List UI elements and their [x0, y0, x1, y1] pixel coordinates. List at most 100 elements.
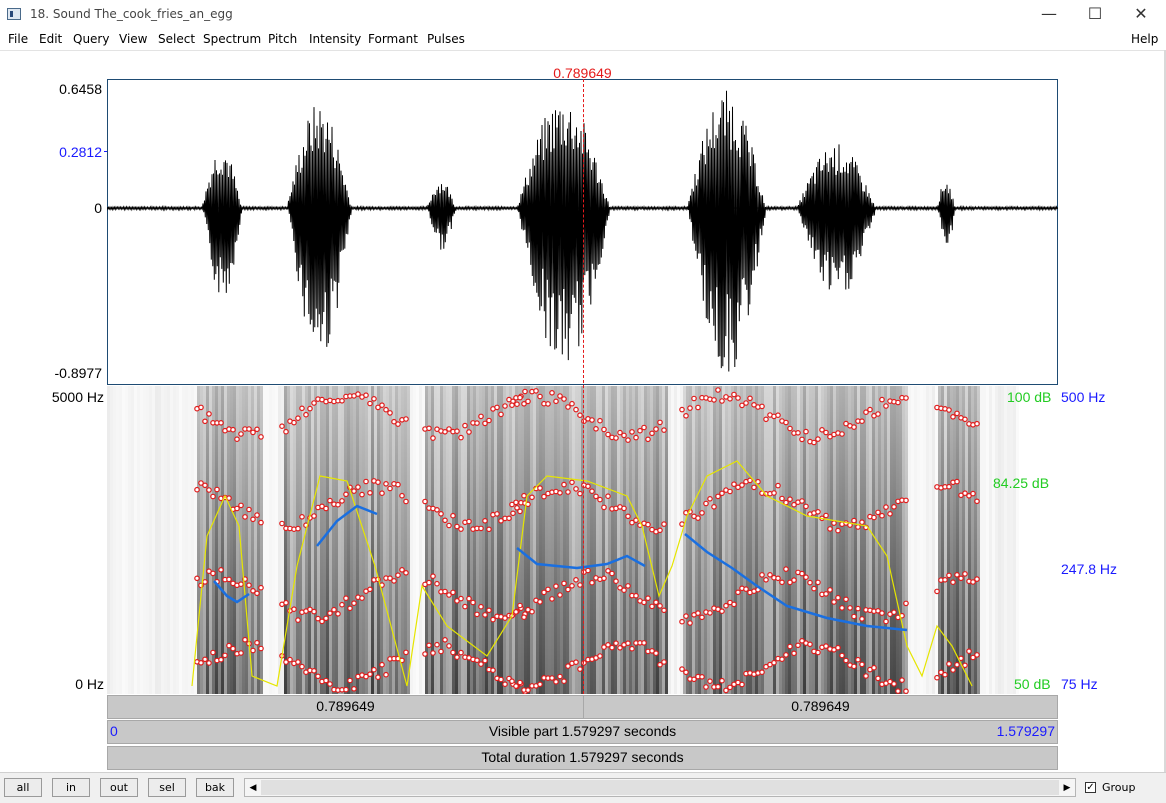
spectrogram-column — [380, 386, 383, 694]
formant-dot — [589, 488, 595, 495]
spectrogram-column — [416, 386, 419, 694]
formant-dot — [295, 659, 301, 665]
spectrogram-column — [536, 386, 539, 694]
formant-dot — [891, 504, 897, 510]
left-segment[interactable]: 0.789649 — [108, 696, 584, 718]
formant-dot — [466, 518, 472, 525]
formant-dot — [597, 417, 603, 424]
spectrogram-column — [707, 386, 710, 694]
menu-query[interactable]: Query — [73, 32, 109, 46]
formant-dot — [962, 662, 968, 669]
spectrogram-column — [116, 386, 119, 694]
formant-dot — [883, 618, 889, 625]
zoom-out-button[interactable]: out — [100, 778, 138, 797]
spectrogram-column — [593, 386, 596, 694]
formant-dot — [855, 605, 861, 612]
formant-dot — [727, 396, 733, 402]
formant-dot — [307, 405, 313, 412]
menu-formant[interactable]: Formant — [368, 32, 418, 46]
scroll-left-icon[interactable]: ◀ — [245, 779, 261, 796]
spectrogram-column — [293, 386, 296, 694]
scroll-right-icon[interactable]: ▶ — [1059, 779, 1075, 796]
maximize-button[interactable]: ☐ — [1072, 0, 1118, 30]
formant-dot — [557, 673, 563, 680]
menu-spectrum[interactable]: Spectrum — [203, 32, 261, 46]
formant-dot — [883, 504, 889, 510]
total-duration-bar[interactable]: Total duration 1.579297 seconds — [107, 746, 1058, 770]
total-duration-text: Total duration 1.579297 seconds — [481, 749, 684, 765]
formant-dot — [561, 481, 567, 488]
formant-dot — [859, 661, 865, 668]
spectrogram-column — [779, 386, 782, 694]
formant-dot — [517, 508, 523, 515]
formant-dot — [597, 496, 603, 503]
spectrogram-column — [764, 386, 767, 694]
formant-dot — [355, 391, 361, 397]
zoom-all-button[interactable]: all — [4, 778, 42, 797]
formant-dot — [553, 583, 559, 590]
spectrogram-column — [497, 386, 500, 694]
spectrogram-column — [173, 386, 176, 694]
spectrogram-column — [176, 386, 179, 694]
formant-dot — [242, 636, 248, 643]
menu-file[interactable]: File — [8, 32, 28, 46]
zoom-selection-button[interactable]: sel — [148, 778, 186, 797]
spectrogram-column — [107, 386, 110, 694]
close-button[interactable]: ✕ — [1118, 0, 1164, 30]
spectrogram-column — [941, 386, 944, 694]
group-checkbox[interactable]: ✓ — [1085, 782, 1096, 793]
zoom-back-button[interactable]: bak — [196, 778, 234, 797]
spectrogram-column — [269, 386, 272, 694]
title-bar: 18. Sound The_cook_fries_an_egg — ☐ ✕ — [0, 0, 1166, 30]
formant-dot — [466, 429, 472, 435]
formant-dot — [783, 419, 789, 426]
menu-edit[interactable]: Edit — [39, 32, 62, 46]
spectrogram-column — [347, 386, 350, 694]
formant-dot — [954, 410, 960, 417]
spectrogram-column — [959, 386, 962, 694]
cursor-line[interactable] — [583, 79, 584, 694]
formant-dot — [339, 498, 345, 504]
visible-part-bar[interactable]: 0 Visible part 1.579297 seconds 1.579297 — [107, 720, 1058, 744]
time-scrollbar[interactable]: ◀ ▶ — [244, 778, 1076, 797]
menu-view[interactable]: View — [119, 32, 147, 46]
spectrogram-column — [188, 386, 191, 694]
menu-select[interactable]: Select — [158, 32, 195, 46]
formant-dot — [482, 657, 488, 664]
formant-dot — [311, 667, 317, 674]
formant-dot — [395, 481, 401, 488]
formant-dot — [803, 574, 809, 581]
menu-help[interactable]: Help — [1131, 32, 1158, 46]
formant-dot — [883, 403, 889, 409]
formant-dot — [291, 606, 297, 613]
formant-dot — [827, 526, 833, 532]
formant-dot — [974, 498, 980, 505]
formant-dot — [946, 483, 952, 490]
formant-dot — [279, 423, 285, 430]
spectrogram-column — [701, 386, 704, 694]
formant-dot — [198, 404, 204, 411]
minimize-button[interactable]: — — [1026, 0, 1072, 30]
spectrogram-column — [218, 386, 221, 694]
right-segment[interactable]: 0.789649 — [584, 696, 1057, 718]
scrollbar-thumb[interactable] — [261, 780, 1059, 795]
formant-dot — [486, 417, 492, 424]
menu-intensity[interactable]: Intensity — [309, 32, 361, 46]
zoom-in-button[interactable]: in — [52, 778, 90, 797]
formant-dot — [458, 595, 464, 602]
menu-pulses[interactable]: Pulses — [427, 32, 465, 46]
formant-dot — [486, 607, 492, 614]
spectrogram-column — [767, 386, 770, 694]
formant-dot — [661, 607, 667, 614]
formant-dot — [434, 580, 440, 587]
formant-dot — [573, 577, 579, 583]
formant-dot — [549, 596, 555, 602]
spectrogram-column — [356, 386, 359, 694]
formant-dot — [383, 671, 389, 678]
formant-dot — [311, 513, 317, 519]
menu-pitch[interactable]: Pitch — [268, 32, 297, 46]
formant-dot — [521, 492, 527, 499]
spectrogram-column — [899, 386, 902, 694]
formant-dot — [533, 388, 539, 394]
formant-dot — [426, 425, 432, 432]
